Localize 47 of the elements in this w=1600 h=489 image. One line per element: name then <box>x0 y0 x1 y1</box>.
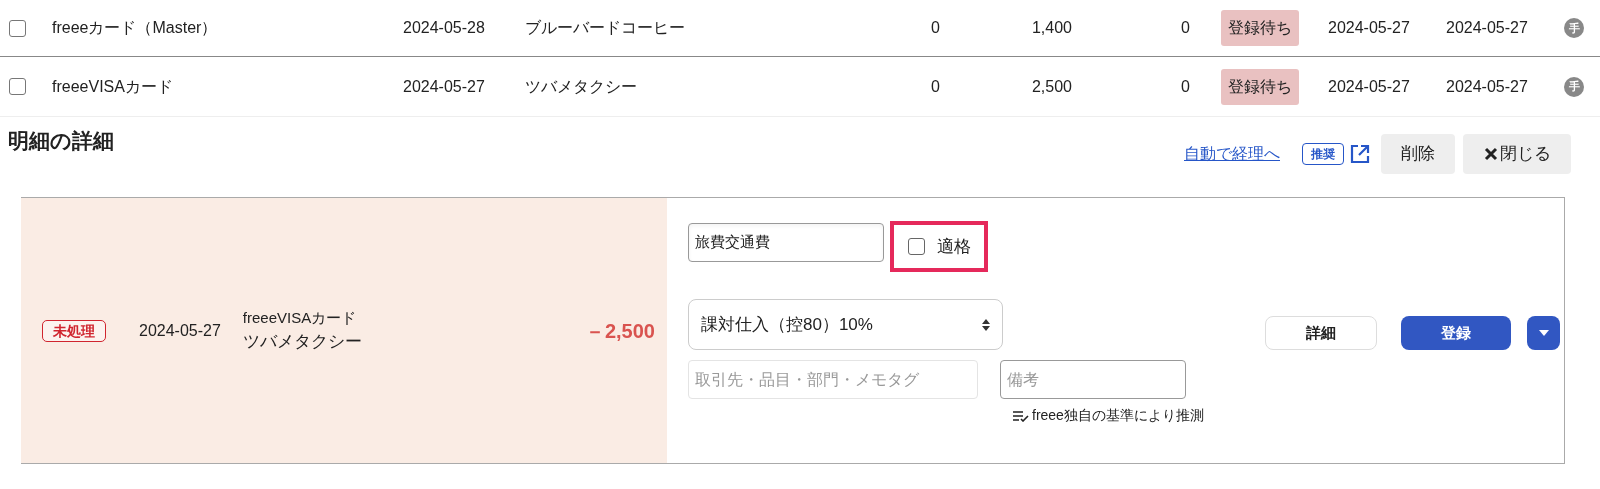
payee-name: ブルーバードコーヒー <box>525 19 685 36</box>
amount-text: 2,500 <box>1031 77 1072 95</box>
qualified-label: 適格 <box>937 235 971 258</box>
date-text: 2024-05-27 <box>1446 19 1528 36</box>
number-text: 0 <box>931 19 940 36</box>
memo-field[interactable]: 備考 <box>1000 360 1186 399</box>
checkbox[interactable] <box>9 78 26 95</box>
manual-badge: 手 <box>1564 76 1584 97</box>
date-text: 2024-05-28 <box>403 19 485 36</box>
number-text: 0 <box>1181 19 1190 36</box>
recommended-badge: 推奨 <box>1302 142 1344 165</box>
account-name: freeeVISAカード <box>52 77 173 95</box>
updown-arrows-icon <box>982 318 990 331</box>
status-badge: 登録待ち <box>1221 68 1299 105</box>
status-badge: 未処理 <box>42 319 106 342</box>
register-button[interactable]: 登録 <box>1401 316 1511 350</box>
list-check-icon <box>1012 409 1030 422</box>
close-icon <box>1483 146 1498 161</box>
number-text: 0 <box>1181 77 1190 95</box>
manual-badge: 手 <box>1564 18 1584 38</box>
entry-account: freeeVISAカード <box>242 307 358 328</box>
external-link-icon[interactable] <box>1349 142 1371 165</box>
payee-name: ツバメタクシー <box>525 77 637 95</box>
auto-link[interactable]: 自動で経理へ <box>1184 141 1280 166</box>
checkbox[interactable] <box>908 238 925 255</box>
tax-select[interactable]: 課対仕入（控80）10% <box>688 299 1003 350</box>
number-text: 0 <box>931 77 940 95</box>
entry-date: 2024-05-27 <box>139 320 221 341</box>
delete-button[interactable]: 削除 <box>1381 133 1455 174</box>
entry-payee: ツバメタクシー <box>242 331 362 353</box>
account-item-field[interactable]: 旅費交通費 <box>688 223 884 262</box>
caret-icon <box>1538 330 1549 336</box>
entry-amount: －2,500 <box>584 318 655 344</box>
tags-field[interactable]: 取引先・品目・部門・メモタグ <box>688 360 978 399</box>
account-name: freeeカード（Master） <box>52 19 218 36</box>
detail-button[interactable]: 詳細 <box>1265 316 1377 350</box>
date-text: 2024-05-27 <box>1446 77 1528 95</box>
hint-text: freee独自の基準により推測 <box>1032 406 1204 425</box>
close-button[interactable]: 閉じる <box>1463 133 1571 174</box>
amount-text: 1,400 <box>1031 19 1072 36</box>
section-title: 明細の詳細 <box>8 127 114 154</box>
checkbox[interactable] <box>9 19 26 37</box>
date-text: 2024-05-27 <box>1328 77 1410 95</box>
status-badge: 登録待ち <box>1221 10 1299 46</box>
date-text: 2024-05-27 <box>403 77 485 95</box>
dropdown-button[interactable] <box>1527 316 1560 350</box>
date-text: 2024-05-27 <box>1328 19 1410 36</box>
